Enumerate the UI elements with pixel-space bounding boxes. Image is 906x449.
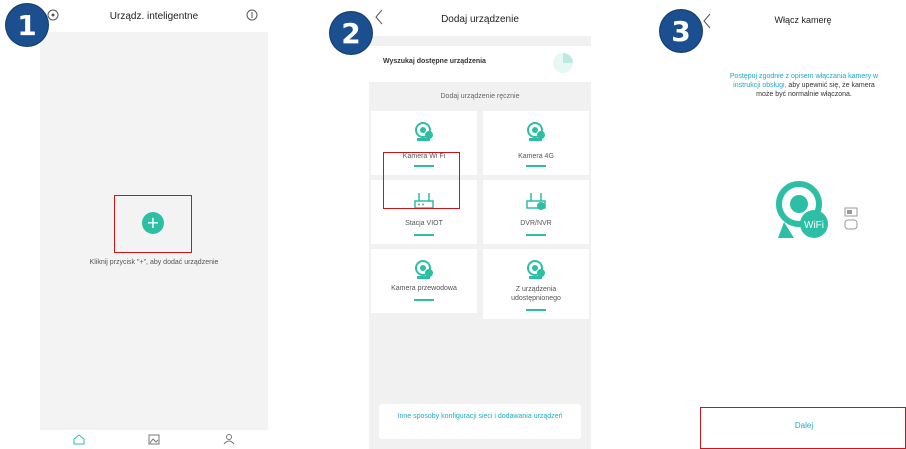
highlight-frame (383, 152, 460, 209)
tile-label: Z urządzenia udostępnionego (511, 286, 561, 302)
search-devices-label: Wyszukaj dostępne urządzenia (383, 58, 486, 65)
step-badge-3: 3 (660, 10, 702, 52)
tile-underline (414, 299, 434, 301)
add-device-body: Wyszukaj dostępne urządzenia Dodaj urząd… (369, 36, 591, 449)
gallery-icon[interactable] (147, 433, 161, 445)
tile-underline (414, 234, 434, 236)
wifi-camera-illustration-icon: WiFi (776, 181, 828, 238)
profile-icon[interactable] (222, 433, 236, 445)
home-icon[interactable] (72, 433, 86, 445)
screen-add-device: Dodaj urządzenie Wyszukaj dostępne urząd… (369, 0, 591, 449)
device-list-empty: + Kliknij przycisk "+", aby dodać urządz… (40, 32, 268, 430)
next-button-label: Dalej (794, 421, 814, 430)
screen-turn-on-camera: Włącz kamerę Postępuj zgodnie z opisem w… (700, 0, 906, 449)
tile-shared-device[interactable]: Z urządzenia udostępnionego (483, 249, 589, 319)
tile-label: Stacja VIOT (405, 220, 443, 227)
tile-dvr-nvr[interactable]: DVR/NVR (483, 180, 589, 244)
4g-camera-icon (527, 122, 545, 141)
tile-label: Kamera 4G (518, 153, 554, 160)
wired-camera-icon (415, 260, 433, 279)
tile-wired-camera[interactable]: Kamera przewodowa (371, 249, 477, 313)
scanning-spinner-icon (553, 53, 573, 73)
tile-4g-camera[interactable]: Kamera 4G (483, 111, 589, 175)
add-device-hint: Kliknij przycisk "+", aby dodać urządzen… (89, 259, 219, 266)
add-circle-icon[interactable] (246, 9, 258, 21)
page-title: Urządz. inteligentne (109, 11, 199, 22)
page-title: Dodaj urządzenie (441, 14, 519, 25)
step-badge-1: 1 (6, 4, 48, 46)
tile-underline (526, 165, 546, 167)
tile-label: DVR/NVR (520, 220, 552, 227)
manual-add-label: Dodaj urządzenie ręcznie (440, 93, 520, 100)
instructions-text: Postępuj zgodnie z opisem włączania kame… (725, 72, 883, 99)
add-device-button[interactable]: + (142, 212, 164, 234)
other-methods-button[interactable]: Inne sposoby konfiguracji sieci i dodawa… (379, 404, 581, 439)
search-devices-row[interactable]: Wyszukaj dostępne urządzenia (369, 46, 591, 82)
wifi-badge-text: WiFi (804, 220, 824, 231)
tile-underline (526, 234, 546, 236)
shared-camera-icon (527, 260, 545, 279)
next-button[interactable]: Dalej (700, 407, 906, 449)
tile-underline (526, 309, 546, 311)
step-badge-2: 2 (330, 12, 372, 54)
power-indicator-icon (844, 207, 858, 230)
tab-bar (40, 430, 268, 449)
top-bar: Dodaj urządzenie (369, 0, 591, 36)
page-title: Włącz kamerę (774, 15, 832, 25)
wifi-camera-icon (415, 122, 433, 141)
tile-label: Kamera przewodowa (391, 285, 457, 292)
screen-smart-devices: Urządz. inteligentne + Kliknij przycisk … (40, 0, 268, 449)
dvr-icon (526, 193, 546, 210)
top-bar: Urządz. inteligentne (40, 0, 268, 32)
